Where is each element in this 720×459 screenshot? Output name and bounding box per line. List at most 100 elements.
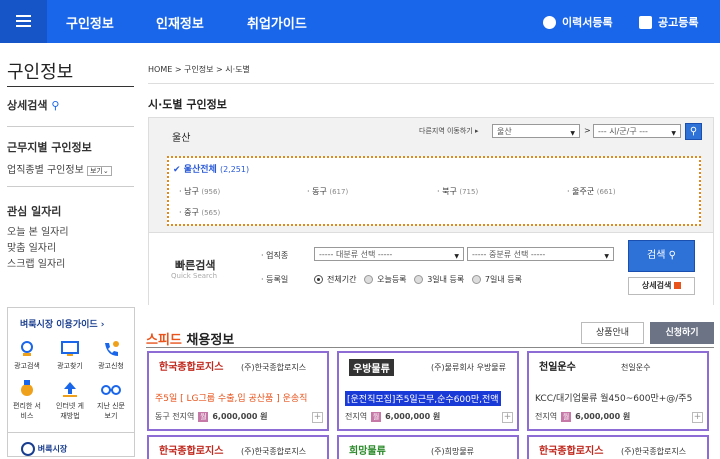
category-sub-select[interactable]: ----- 중분류 선택 ----- ▼	[467, 247, 614, 261]
guide-ad-search[interactable]: 광고검색	[12, 340, 42, 371]
add-icon[interactable]: +	[692, 412, 703, 423]
category-main-select[interactable]: ----- 대분류 선택 ----- ▼	[314, 247, 464, 261]
company-name: (주)한국종합로지스	[621, 447, 687, 456]
guide-past-paper[interactable]: 지난 신문보기	[96, 380, 126, 421]
job-meta: 동구 전지역 월 6,000,000 원	[155, 411, 268, 422]
detail-icon	[674, 282, 682, 289]
quick-search: 빠른검색 Quick Search · 업직종 ----- 대분류 선택 ---…	[149, 233, 713, 305]
district-box: ✔ 울산전체 (2,251) · 남구 (956) · 동구 (617) · 북…	[167, 156, 701, 226]
quick-search-subtitle: Quick Search	[171, 272, 218, 280]
period-today[interactable]: 오늘등록	[364, 275, 407, 284]
job-card[interactable]: 한국종합로지스 (주)한국종합로지스 주5일 [ LG그룹 수출,입 공산품 ]…	[147, 351, 329, 431]
speed-title: 스피드 채용정보	[146, 333, 235, 348]
all-region-link[interactable]: ✔ 울산전체 (2,251)	[173, 162, 249, 175]
pay-icon: 월	[198, 411, 209, 422]
interest-custom-link[interactable]: 맞춤 일자리	[7, 239, 56, 254]
period-7days[interactable]: 7일내 등록	[471, 275, 522, 284]
guide-box: 벼룩시장 이용가이드 › 광고검색 광고찾기 광고신청 편리한 서비스 인터넷 …	[7, 307, 135, 457]
job-card[interactable]: 천일운수 천일운수 KCC/대기업물류 월450~600만+@/주5 전지역 월 6…	[527, 351, 709, 431]
company-logo: 우방물류	[349, 359, 394, 376]
period-3days[interactable]: 3일내 등록	[414, 275, 464, 284]
job-post-link[interactable]: 공고등록	[639, 14, 698, 30]
district-link[interactable]: · 동구 (617)	[307, 186, 348, 197]
menu-icon[interactable]	[0, 0, 47, 43]
breadcrumb: HOME > 구인정보 > 시·도별	[148, 65, 250, 74]
job-card[interactable]: 한국종합로지스 (주)한국종합로지스	[147, 435, 329, 459]
search-icon: ⚲	[51, 99, 60, 112]
interest-scrap-link[interactable]: 스크랩 일자리	[7, 255, 65, 270]
job-title: 주5일 [ LG그룹 수출,입 공산품 ] 운송직	[155, 394, 308, 404]
guide-upload[interactable]: 인터넷 게재방법	[55, 380, 85, 421]
other-region-label: 다른지역 이동하기 ▸	[419, 127, 479, 135]
smile-icon	[21, 442, 35, 456]
job-meta: 전지역 월 6,000,000 원	[345, 411, 441, 422]
job-meta: 전지역 월 6,000,000 원	[535, 411, 631, 422]
job-card[interactable]: 우방물류 (주)물류회사 우방물류 [운전직모집]주5일근무,순수600만,전액…	[337, 351, 519, 431]
check-icon: ✔	[173, 165, 181, 175]
section-title: 시·도별 구인정보	[148, 98, 227, 111]
pay-icon: 월	[561, 411, 572, 422]
district-link[interactable]: · 남구 (956)	[179, 186, 220, 197]
company-name: (주)희망물류	[431, 447, 475, 456]
phone-icon	[101, 340, 121, 358]
job-card[interactable]: 한국종합로지스 (주)한국종합로지스	[527, 435, 709, 459]
interest-today-link[interactable]: 오늘 본 일자리	[7, 223, 69, 238]
district-link[interactable]: · 북구 (715)	[437, 186, 478, 197]
company-name: (주)물류회사 우방물류	[431, 363, 507, 372]
apply-button[interactable]: 신청하기	[650, 322, 714, 344]
brand-footer: 벼룩시장	[21, 442, 67, 456]
company-name: (주)한국종합로지스	[241, 447, 307, 456]
company-logo: 한국종합로지스	[159, 362, 224, 373]
sidebar-title: 구인정보	[7, 62, 74, 83]
region-panel: 울산 다른지역 이동하기 ▸ 울산 ▼ > --- 시/군/구 --- ▼ ⚲ ✔ …	[148, 117, 714, 305]
document-icon	[639, 15, 652, 29]
job-card[interactable]: 희망물류 (주)희망물류	[337, 435, 519, 459]
user-icon	[543, 15, 556, 29]
detail-search-button[interactable]: 상세검색	[628, 277, 695, 295]
pay-icon: 월	[371, 411, 382, 422]
region-search-button[interactable]: ⚲	[685, 123, 702, 140]
upload-icon	[60, 380, 80, 398]
nav-career-guide[interactable]: 취업가이드	[247, 13, 307, 32]
product-info-button[interactable]: 상품안내	[581, 322, 644, 344]
view-toggle[interactable]: 보기⌄	[86, 166, 112, 176]
company-name: 천일운수	[621, 363, 651, 372]
period-radios: 전체기간 오늘등록 3일내 등록 7일내 등록	[314, 274, 522, 285]
company-logo: 천일운수	[539, 362, 576, 373]
nav-job-info[interactable]: 구인정보	[66, 13, 114, 32]
quick-search-button[interactable]: 검색 ⚲	[628, 240, 695, 272]
interest-title: 관심 일자리	[7, 205, 62, 218]
medal-icon	[17, 380, 37, 398]
company-logo: 한국종합로지스	[539, 446, 604, 457]
add-icon[interactable]: +	[312, 412, 323, 423]
industry-label: · 업직종	[261, 251, 289, 260]
nav-talent-info[interactable]: 인재정보	[156, 13, 204, 32]
guide-ad-find[interactable]: 광고찾기	[55, 340, 85, 371]
job-title: KCC/대기업물류 월450~600만+@/주5	[535, 394, 693, 404]
company-name: (주)한국종합로지스	[241, 363, 307, 372]
search-icon: ⚲	[668, 250, 676, 261]
job-title: [운전직모집]주5일근무,순수600만,전액	[345, 391, 501, 406]
date-label: · 등록일	[261, 275, 289, 284]
period-all[interactable]: 전체기간	[314, 275, 356, 284]
resume-register-link[interactable]: 이력서등록	[543, 14, 613, 30]
quick-search-title: 빠른검색	[175, 259, 216, 272]
monitor-icon	[60, 340, 80, 358]
company-logo: 한국종합로지스	[159, 446, 224, 457]
industry-link[interactable]: 업직종별 구인정보 보기⌄	[7, 161, 112, 176]
company-logo: 희망물류	[349, 446, 386, 457]
guide-ad-apply[interactable]: 광고신청	[96, 340, 126, 371]
work-area-link[interactable]: 근무지별 구인정보	[7, 139, 92, 155]
search-icon: ⚲	[689, 126, 698, 137]
add-icon[interactable]: +	[502, 412, 513, 423]
guide-title[interactable]: 벼룩시장 이용가이드 ›	[20, 317, 105, 330]
district-select[interactable]: --- 시/군/구 --- ▼	[593, 124, 681, 138]
region-name: 울산	[172, 133, 191, 144]
detail-search-link[interactable]: 상세검색 ⚲	[7, 97, 59, 113]
district-link[interactable]: · 중구 (565)	[179, 207, 220, 218]
district-link[interactable]: · 울주군 (661)	[567, 186, 616, 197]
glasses-icon	[101, 380, 121, 398]
top-nav-bar: 구인정보 인재정보 취업가이드 이력서등록 공고등록	[0, 0, 720, 43]
region-select[interactable]: 울산 ▼	[492, 124, 580, 138]
guide-service[interactable]: 편리한 서비스	[12, 380, 42, 421]
